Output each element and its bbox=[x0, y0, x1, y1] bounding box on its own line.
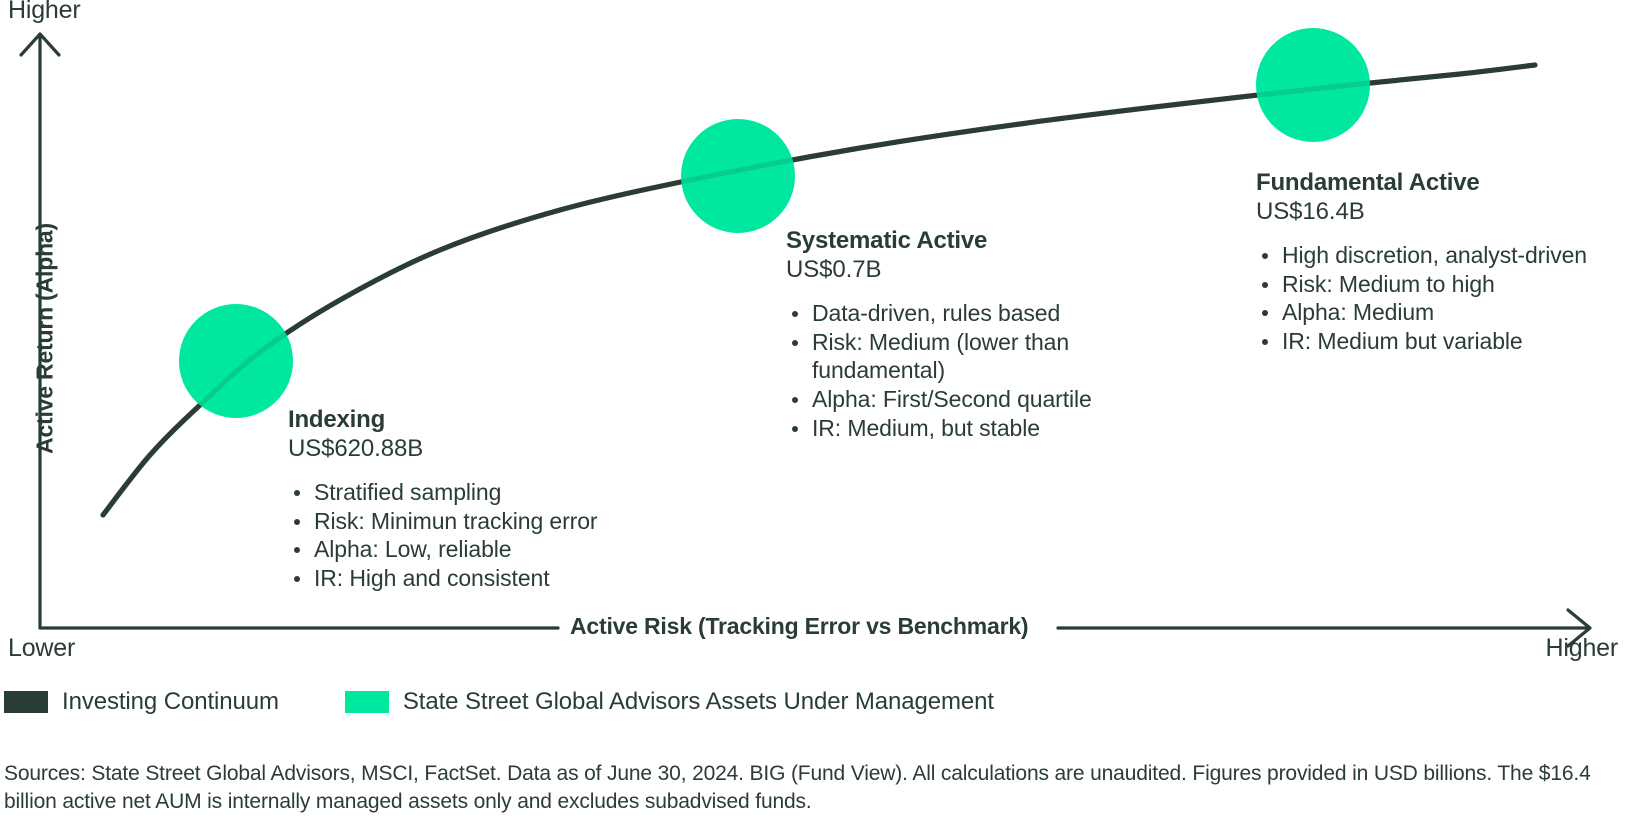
annotation-fundamental-active: Fundamental Active US$16.4B High discret… bbox=[1256, 168, 1596, 356]
bubble-fundamental-active bbox=[1256, 28, 1370, 142]
annotation-title: Fundamental Active bbox=[1256, 169, 1480, 196]
annotation-aum: US$620.88B bbox=[288, 435, 424, 463]
annotation-bullet: High discretion, analyst-driven bbox=[1256, 241, 1596, 270]
annotation-indexing: Indexing US$620.88B Stratified sampling R… bbox=[288, 405, 598, 593]
annotation-bullet: Risk: Medium (lower than fundamental) bbox=[786, 328, 1146, 386]
annotation-bullet-list: High discretion, analyst-driven Risk: Med… bbox=[1256, 241, 1596, 357]
annotation-bullet: Risk: Minimun tracking error bbox=[288, 507, 598, 536]
annotation-bullet: Stratified sampling bbox=[288, 478, 598, 507]
annotation-bullet-list: Stratified sampling Risk: Minimun trackin… bbox=[288, 478, 598, 594]
annotation-aum: US$16.4B bbox=[1256, 198, 1365, 226]
legend-label: State Street Global Advisors Assets Unde… bbox=[402, 688, 994, 715]
x-axis-title: Active Risk (Tracking Error vs Benchmark… bbox=[560, 613, 1039, 640]
legend-label: Investing Continuum bbox=[62, 688, 279, 715]
source-footnote: Sources: State Street Global Advisors, M… bbox=[4, 762, 1591, 813]
x-axis-lower-label: Lower bbox=[8, 634, 76, 662]
annotation-bullet: Data-driven, rules based bbox=[786, 299, 1146, 328]
legend-swatch bbox=[344, 691, 389, 713]
chart-legend: Investing Continuum State Street Global A… bbox=[4, 688, 994, 716]
bubble-indexing bbox=[179, 304, 293, 418]
annotation-bullet: Risk: Medium to high bbox=[1256, 270, 1596, 299]
annotation-bullet: IR: High and consistent bbox=[288, 564, 598, 593]
annotation-bullet-list: Data-driven, rules based Risk: Medium (lo… bbox=[786, 299, 1146, 444]
annotation-aum: US$0.7B bbox=[786, 256, 882, 284]
annotation-title: Systematic Active bbox=[786, 227, 988, 254]
annotation-bullet: IR: Medium, but stable bbox=[786, 414, 1146, 443]
annotation-bullet: Alpha: Low, reliable bbox=[288, 535, 598, 564]
y-axis-higher-label: Higher bbox=[8, 0, 81, 24]
y-axis-title: Active Return (Alpha) bbox=[31, 223, 58, 454]
legend-item-1: State Street Global Advisors Assets Unde… bbox=[344, 688, 994, 716]
x-axis-higher-label: Higher bbox=[1545, 634, 1619, 662]
legend-item-0: Investing Continuum bbox=[4, 688, 279, 716]
legend-swatch bbox=[4, 691, 48, 713]
annotation-title: Indexing bbox=[288, 406, 386, 433]
aum-bubbles bbox=[179, 28, 1370, 418]
annotation-bullet: Alpha: Medium bbox=[1256, 298, 1596, 327]
bubble-systematic-active bbox=[681, 119, 795, 233]
annotation-systematic-active: Systematic Active US$0.7B Data-driven, r… bbox=[786, 226, 1146, 443]
annotation-bullet: Alpha: First/Second quartile bbox=[786, 385, 1146, 414]
annotation-bullet: IR: Medium but variable bbox=[1256, 327, 1596, 356]
